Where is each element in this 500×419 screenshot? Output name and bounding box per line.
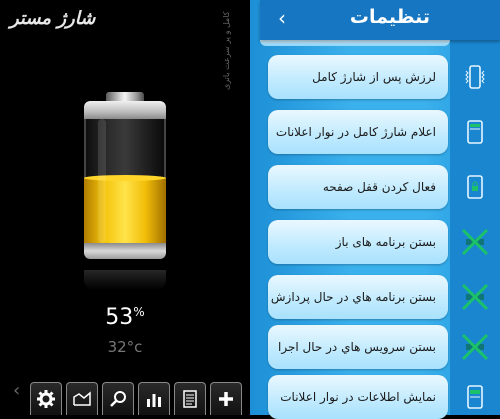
battery-temperature: 32°c [107, 338, 143, 356]
plus-icon[interactable] [210, 382, 242, 415]
battery-graphic [84, 92, 166, 270]
battery-fill [84, 175, 166, 245]
settings-header: تنظیمات ‹ [260, 0, 500, 40]
notes-icon[interactable] [174, 382, 206, 415]
chart-area-icon[interactable] [66, 382, 98, 415]
setting-close-running-services[interactable]: بستن سرويس هاي در حال اجرا [268, 325, 448, 369]
gear-icon[interactable] [30, 382, 62, 415]
phone-notification-icon [458, 110, 492, 154]
chevron-left-icon[interactable]: ‹ [13, 380, 20, 401]
search-icon[interactable] [102, 382, 134, 415]
setting-close-processing-apps[interactable]: بستن برنامه هاي در حال پردازش [268, 275, 448, 319]
setting-screen-lock[interactable]: فعال کردن قفل صفحه [268, 165, 448, 209]
bar-chart-icon[interactable] [138, 382, 170, 415]
battery-panel: شارژ مستر شارژ کامل و پر سرعت باتری 53% … [0, 0, 250, 415]
close-processes-icon [458, 275, 492, 319]
percent-sign: % [133, 305, 145, 319]
page-title: تنظیمات [349, 6, 430, 28]
battery-percent-value: 53 [105, 305, 134, 330]
battery-body [84, 101, 166, 259]
phone-info-icon [458, 375, 492, 419]
setting-full-charge-notification[interactable]: اعلام شارژ کامل در نوار اعلانات [268, 110, 448, 154]
setting-vibrate-after-charge[interactable]: لرزش پس از شارژ کامل [268, 55, 448, 99]
setting-show-info-in-notifications[interactable]: نمايش اطلاعات در نوار اعلانات [268, 375, 448, 419]
app-brand: شارژ مستر [10, 8, 96, 29]
setting-close-open-apps[interactable]: بستن برنامه های باز [268, 220, 448, 264]
back-icon[interactable]: ‹ [278, 6, 286, 30]
phone-lock-icon [458, 165, 492, 209]
battery-reflection [84, 270, 166, 290]
phone-vibrate-icon [458, 55, 492, 99]
bottom-toolbar [30, 382, 242, 415]
side-caption: شارژ کامل و پر سرعت باتری [222, 10, 231, 90]
close-apps-icon [458, 220, 492, 264]
close-services-icon [458, 325, 492, 369]
battery-percent: 53% [0, 305, 250, 330]
